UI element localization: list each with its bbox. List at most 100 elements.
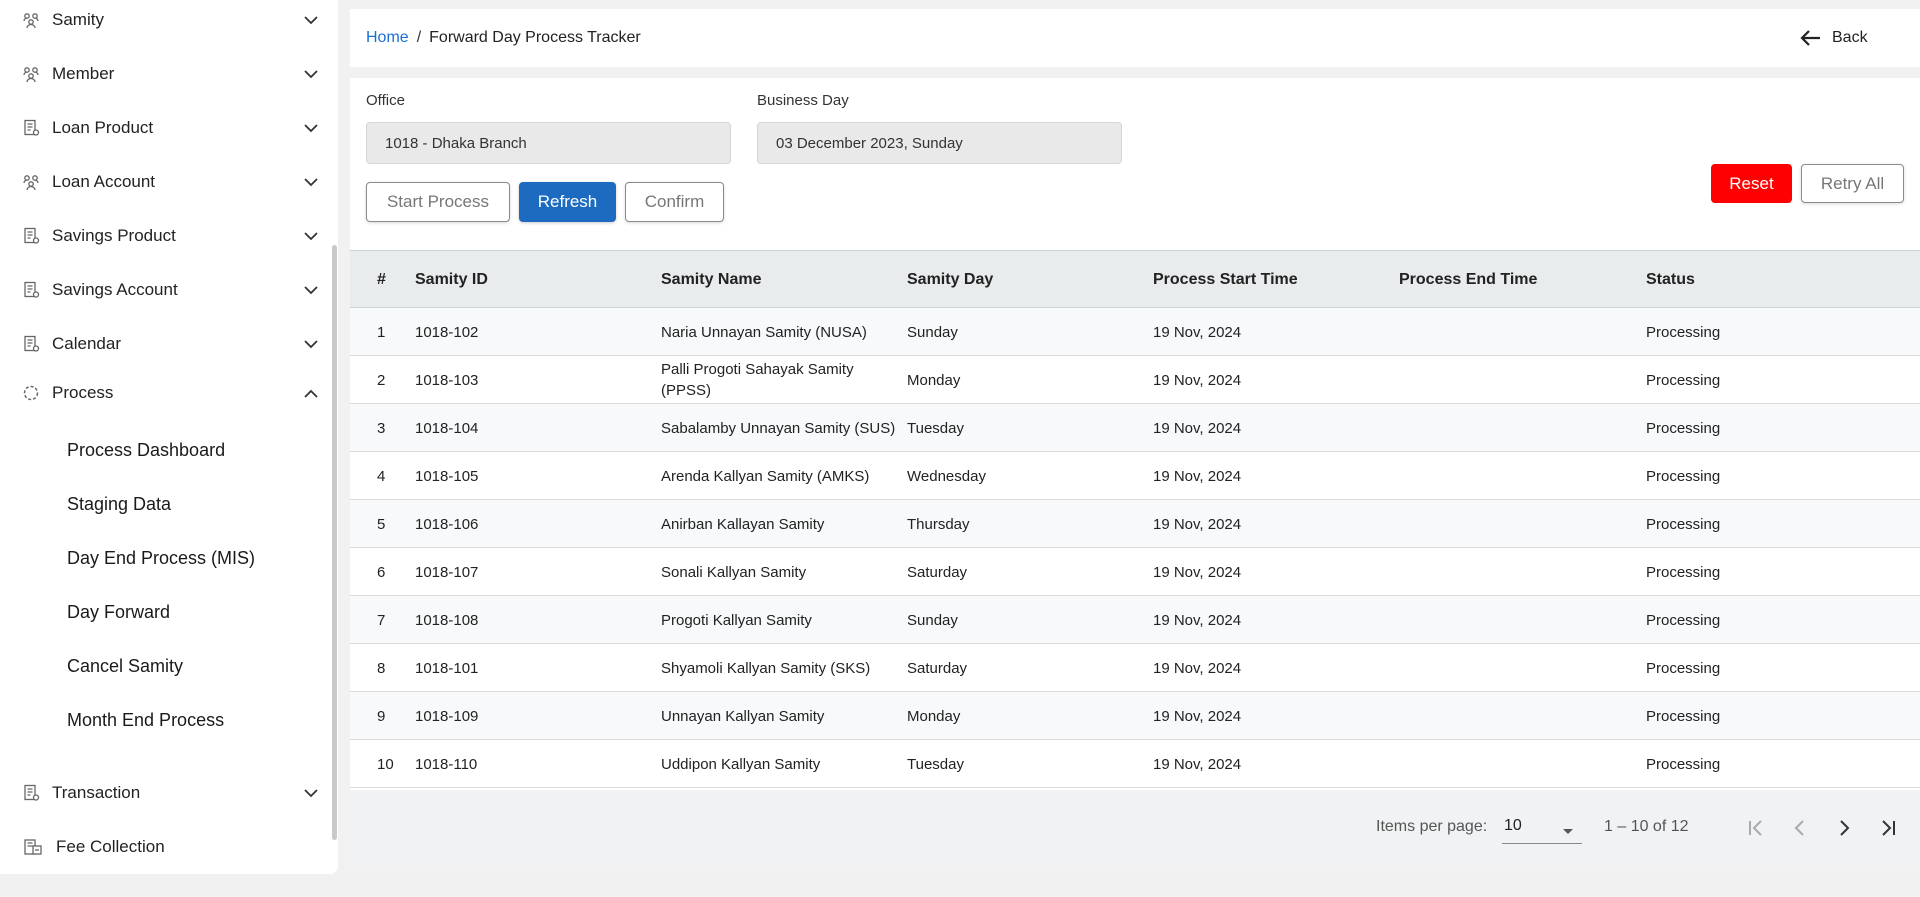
sidebar-item-samity[interactable]: Samity bbox=[0, 0, 330, 40]
table-row: 5 1018-106 Anirban Kallayan Samity Thursday… bbox=[350, 500, 1920, 548]
row-number: 5 bbox=[377, 515, 386, 533]
samity-day-cell: Monday bbox=[907, 371, 961, 389]
refresh-button[interactable]: Refresh bbox=[519, 182, 616, 222]
samity-id-cell: 1018-102 bbox=[415, 323, 479, 341]
column-header-samity-name: Samity Name bbox=[661, 271, 762, 288]
samity-id-cell: 1018-103 bbox=[415, 371, 479, 389]
sidebar-item-label: Calendar bbox=[52, 334, 121, 353]
page-range-label: 1 – 10 of 12 bbox=[1604, 818, 1689, 835]
savings-account-icon bbox=[20, 279, 42, 301]
first-page-button[interactable] bbox=[1740, 812, 1772, 844]
sidebar-item-loan-product[interactable]: Loan Product bbox=[0, 108, 330, 148]
sidebar-item-transaction[interactable]: Transaction bbox=[0, 773, 330, 813]
table-row: 10 1018-110 Uddipon Kallyan Samity Tuesday 1… bbox=[350, 740, 1920, 788]
process-start-time-cell: 19 Nov, 2024 bbox=[1153, 467, 1242, 485]
arrow-left-icon bbox=[1800, 30, 1820, 46]
column-header-status: Status bbox=[1646, 271, 1695, 288]
samity-name-cell: Arenda Kallyan Samity (AMKS) bbox=[661, 467, 870, 485]
chevron-down-icon bbox=[300, 782, 322, 804]
process-end-time-cell bbox=[1399, 404, 1619, 452]
process-start-time-cell: 19 Nov, 2024 bbox=[1153, 659, 1242, 677]
samity-name-cell: Unnayan Kallyan Samity bbox=[661, 707, 825, 725]
status-cell: Processing bbox=[1646, 467, 1721, 485]
samity-id-cell: 1018-105 bbox=[415, 467, 479, 485]
table-header-row: # Samity ID Samity Name Samity Day Proce… bbox=[350, 250, 1920, 308]
status-cell: Processing bbox=[1646, 659, 1721, 677]
chevron-down-icon bbox=[300, 63, 322, 85]
row-number: 3 bbox=[377, 419, 386, 437]
breadcrumb-home-link[interactable]: Home bbox=[366, 29, 409, 47]
back-label: Back bbox=[1832, 29, 1868, 46]
sidebar-item-calendar[interactable]: Calendar bbox=[0, 324, 330, 364]
sidebar-subitem-process-dashboard[interactable]: Process Dashboard bbox=[67, 432, 317, 468]
row-number: 6 bbox=[377, 563, 386, 581]
savings-product-icon bbox=[20, 225, 42, 247]
chevron-left-icon bbox=[1794, 820, 1804, 836]
last-page-icon bbox=[1882, 820, 1895, 836]
process-end-time-cell bbox=[1399, 740, 1619, 788]
samity-id-cell: 1018-110 bbox=[415, 755, 478, 773]
reset-button[interactable]: Reset bbox=[1711, 164, 1792, 203]
first-page-icon bbox=[1749, 820, 1762, 836]
table-row: 7 1018-108 Progoti Kallyan Samity Sunday 19 … bbox=[350, 596, 1920, 644]
breadcrumb-separator: / bbox=[416, 29, 422, 46]
column-header-samity-id: Samity ID bbox=[415, 271, 488, 288]
sidebar-item-member[interactable]: Member bbox=[0, 54, 330, 94]
start-process-button[interactable]: Start Process bbox=[366, 182, 510, 222]
sidebar-subitem-staging-data[interactable]: Staging Data bbox=[67, 486, 317, 522]
business-day-field: 03 December 2023, Sunday bbox=[757, 122, 1122, 164]
process-end-time-cell bbox=[1399, 548, 1619, 596]
process-table: # Samity ID Samity Name Samity Day Proce… bbox=[350, 250, 1920, 788]
status-cell: Processing bbox=[1646, 371, 1721, 389]
samity-id-cell: 1018-106 bbox=[415, 515, 479, 533]
sidebar-item-savings-account[interactable]: Savings Account bbox=[0, 270, 330, 310]
sidebar: Samity Member Loan Product Loan Account bbox=[0, 0, 338, 874]
chevron-down-icon bbox=[300, 225, 322, 247]
sidebar-item-label: Member bbox=[52, 64, 115, 83]
next-page-button[interactable] bbox=[1828, 812, 1860, 844]
process-start-time-cell: 19 Nov, 2024 bbox=[1153, 755, 1242, 773]
retry-all-button[interactable]: Retry All bbox=[1801, 164, 1904, 203]
samity-day-cell: Monday bbox=[907, 707, 961, 725]
previous-page-button[interactable] bbox=[1784, 812, 1816, 844]
row-number: 7 bbox=[377, 611, 386, 629]
process-icon bbox=[20, 382, 42, 404]
sidebar-item-loan-account[interactable]: Loan Account bbox=[0, 162, 330, 202]
sidebar-scrollbar[interactable] bbox=[332, 245, 337, 840]
status-cell: Processing bbox=[1646, 707, 1721, 725]
samity-name-cell: Sonali Kallyan Samity bbox=[661, 563, 807, 581]
table-row: 3 1018-104 Sabalamby Unnayan Samity (SUS) T… bbox=[350, 404, 1920, 452]
sidebar-item-process[interactable]: Process bbox=[0, 373, 330, 413]
items-per-page-select[interactable]: 10 bbox=[1502, 812, 1582, 844]
paginator: Items per page: 10 1 – 10 of 12 bbox=[350, 790, 1920, 865]
loan-product-icon bbox=[20, 117, 42, 139]
process-start-time-cell: 19 Nov, 2024 bbox=[1153, 563, 1242, 581]
process-end-time-cell bbox=[1399, 692, 1619, 740]
status-cell: Processing bbox=[1646, 323, 1721, 341]
row-number: 1 bbox=[377, 323, 386, 341]
column-header-samity-day: Samity Day bbox=[907, 271, 994, 288]
back-button[interactable]: Back bbox=[1800, 23, 1890, 53]
sidebar-item-fee-collection[interactable]: Fee Collection bbox=[0, 827, 330, 867]
sidebar-subitem-day-forward[interactable]: Day Forward bbox=[67, 594, 317, 630]
calendar-icon bbox=[20, 333, 42, 355]
status-cell: Processing bbox=[1646, 563, 1721, 581]
process-start-time-cell: 19 Nov, 2024 bbox=[1153, 323, 1242, 341]
samity-day-cell: Wednesday bbox=[907, 467, 986, 485]
confirm-button[interactable]: Confirm bbox=[625, 182, 724, 222]
breadcrumb: Home / Forward Day Process Tracker bbox=[366, 9, 641, 67]
process-end-time-cell bbox=[1399, 500, 1619, 548]
last-page-button[interactable] bbox=[1872, 812, 1904, 844]
process-end-time-cell bbox=[1399, 356, 1619, 404]
member-icon bbox=[20, 63, 42, 85]
sidebar-subitem-day-end-process[interactable]: Day End Process (MIS) bbox=[67, 540, 317, 576]
chevron-down-icon bbox=[300, 171, 322, 193]
chevron-right-icon bbox=[1840, 820, 1850, 836]
sidebar-subitem-month-end-process[interactable]: Month End Process bbox=[67, 702, 317, 738]
page-header: Home / Forward Day Process Tracker Back bbox=[350, 9, 1920, 67]
sidebar-subitem-cancel-samity[interactable]: Cancel Samity bbox=[67, 648, 317, 684]
chevron-down-icon bbox=[300, 333, 322, 355]
table-row: 2 1018-103 Palli Progoti Sahayak Samity (P… bbox=[350, 356, 1920, 404]
sidebar-item-label: Savings Account bbox=[52, 280, 178, 299]
sidebar-item-savings-product[interactable]: Savings Product bbox=[0, 216, 330, 256]
